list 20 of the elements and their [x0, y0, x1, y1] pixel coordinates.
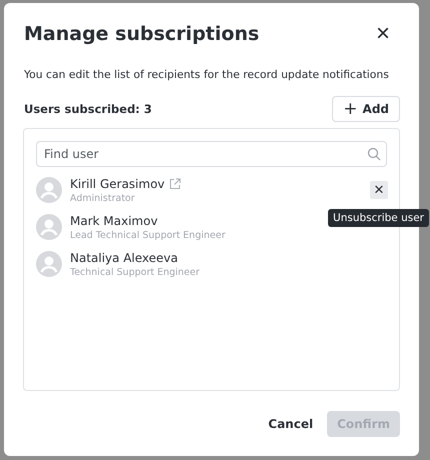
subscribed-count: Users subscribed: 3 — [24, 102, 152, 116]
user-role: Administrator — [70, 192, 136, 204]
add-button[interactable]: + Add — [332, 96, 400, 122]
close-button[interactable]: × — [372, 24, 394, 44]
user-name: Nataliya Alexeeva — [70, 250, 178, 264]
description: You can edit the list of recipients for the record update notifications — [23, 67, 390, 82]
user-role: Technical Support Engineer — [70, 266, 201, 278]
external-link-icon[interactable] — [168, 178, 181, 190]
search-field[interactable]: Find user — [36, 141, 387, 167]
user-name: Mark Maximov — [70, 214, 158, 228]
search-icon — [367, 147, 381, 161]
dialog-title: Manage subscriptions — [24, 23, 260, 45]
avatar-icon — [36, 214, 62, 240]
avatar-icon — [36, 177, 62, 203]
remove-button[interactable]: × — [370, 181, 388, 199]
cancel-button[interactable]: Cancel — [268, 417, 314, 431]
tooltip: Unsubscribe user — [328, 209, 429, 227]
user-role: Lead Technical Support Engineer — [70, 230, 226, 240]
user-name: Kirill Gerasimov — [70, 176, 165, 190]
avatar-icon — [36, 251, 62, 277]
